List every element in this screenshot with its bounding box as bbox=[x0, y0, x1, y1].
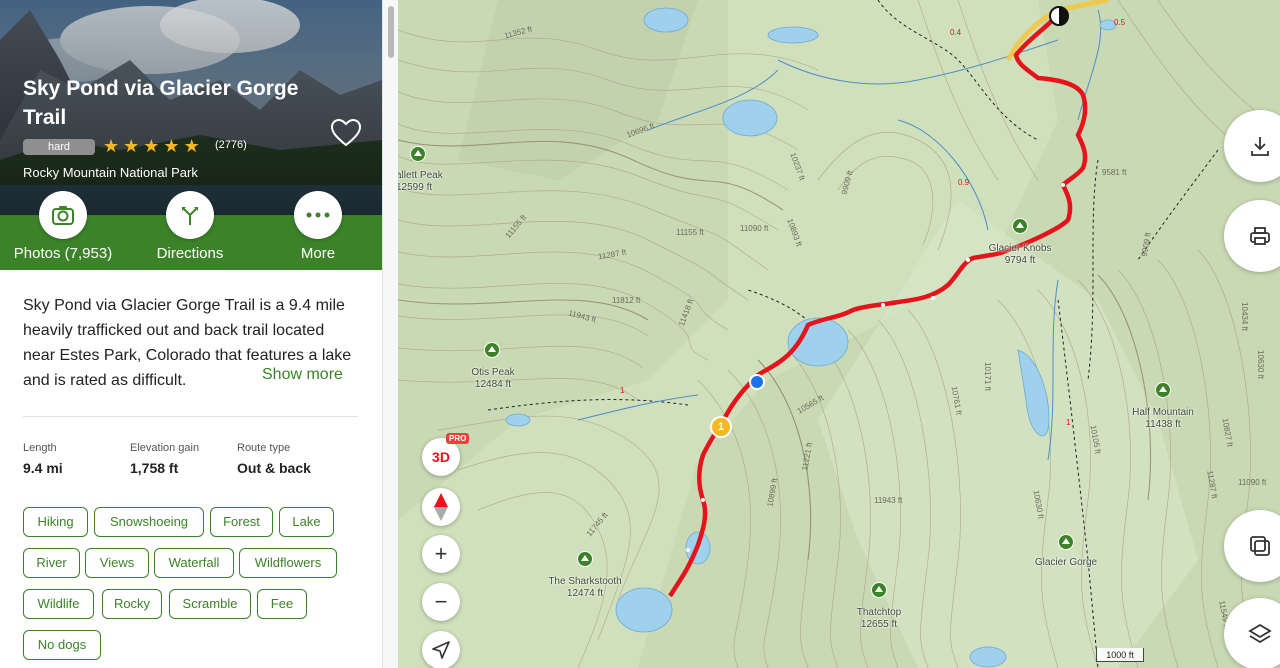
peak-label: Otis Peak 12484 ft bbox=[471, 367, 515, 390]
zoom-out-button[interactable]: − bbox=[422, 583, 460, 621]
contour-label: 10171 ft bbox=[982, 362, 992, 391]
star-icon: ★ bbox=[123, 136, 140, 156]
star-icon: ★ bbox=[143, 136, 160, 156]
distance-marker: 1 bbox=[620, 386, 625, 395]
star-icon: ★ bbox=[183, 136, 200, 156]
tag-no-dogs[interactable]: No dogs bbox=[23, 630, 101, 660]
divider bbox=[23, 416, 358, 417]
distance-marker: 0.4 bbox=[950, 28, 962, 37]
trail-end-marker-icon[interactable] bbox=[1048, 5, 1070, 27]
tag-rocky[interactable]: Rocky bbox=[102, 589, 162, 619]
tag-forest[interactable]: Forest bbox=[210, 507, 273, 537]
peak-label: allett Peak 12599 ft bbox=[398, 170, 443, 193]
peak-marker-icon[interactable] bbox=[1012, 218, 1028, 234]
star-icon: ★ bbox=[103, 136, 120, 156]
stat-route-type: Route type Out & back bbox=[237, 442, 311, 476]
zoom-in-button[interactable]: + bbox=[422, 535, 460, 573]
peak-label: Glacier Gorge bbox=[1034, 557, 1098, 568]
difficulty-badge: hard bbox=[23, 139, 95, 155]
sidebar-scrollbar[interactable] bbox=[382, 0, 398, 668]
peak-label: Half Mountain 11438 ft bbox=[1132, 407, 1194, 430]
contour-label: 11812 ft bbox=[612, 296, 641, 305]
pro-badge: PRO bbox=[446, 433, 470, 444]
stat-length: Length 9.4 mi bbox=[23, 442, 63, 476]
contour-label: 11090 ft bbox=[740, 224, 769, 233]
stat-label: Length bbox=[23, 442, 57, 454]
directions-icon bbox=[166, 191, 214, 239]
distance-marker: 1 bbox=[1066, 418, 1071, 427]
peak-marker-icon[interactable] bbox=[1058, 534, 1074, 550]
action-bar: Photos (7,953) Directions More bbox=[0, 191, 382, 270]
trail-hero-photo[interactable]: Sky Pond via Glacier Gorge Trail hard ★ … bbox=[0, 0, 382, 215]
trail-sidebar: Sky Pond via Glacier Gorge Trail hard ★ … bbox=[0, 0, 382, 668]
compass-icon bbox=[434, 493, 448, 521]
layers-icon bbox=[1248, 623, 1272, 644]
distance-marker: 0.9 bbox=[958, 178, 970, 187]
peak-label: Thatchtop 12655 ft bbox=[856, 607, 902, 630]
compass-button[interactable] bbox=[422, 488, 460, 526]
tag-waterfall[interactable]: Waterfall bbox=[154, 548, 234, 578]
topo-map-canvas bbox=[398, 0, 1280, 668]
stat-value: 1,758 ft bbox=[130, 460, 179, 476]
peak-marker-icon[interactable] bbox=[871, 582, 887, 598]
print-icon bbox=[1250, 227, 1270, 245]
star-rating: ★ ★ ★ ★ ★ bbox=[103, 136, 200, 156]
tag-lake[interactable]: Lake bbox=[279, 507, 334, 537]
more-label: More bbox=[300, 245, 336, 262]
locate-me-button[interactable] bbox=[422, 631, 460, 668]
tag-wildlife[interactable]: Wildlife bbox=[23, 589, 94, 619]
tag-hiking[interactable]: Hiking bbox=[23, 507, 88, 537]
more-dots-icon bbox=[294, 191, 342, 239]
peak-marker-icon[interactable] bbox=[577, 551, 593, 567]
stat-label: Elevation gain bbox=[130, 442, 200, 454]
tag-river[interactable]: River bbox=[23, 548, 80, 578]
waypoint-marker[interactable]: 1 bbox=[710, 416, 732, 438]
tag-views[interactable]: Views bbox=[85, 548, 149, 578]
review-count[interactable]: (2776) bbox=[215, 139, 247, 151]
tag-snowshoeing[interactable]: Snowshoeing bbox=[94, 507, 204, 537]
peak-label: The Sharkstooth 12474 ft bbox=[548, 576, 622, 599]
stat-label: Route type bbox=[237, 442, 291, 454]
show-more-link[interactable]: Show more bbox=[262, 366, 343, 384]
peak-label: Glacier Knobs 9794 ft bbox=[988, 243, 1052, 266]
stat-value: Out & back bbox=[237, 460, 311, 476]
photos-label: Photos (7,953) bbox=[13, 245, 113, 262]
contour-label: 9581 ft bbox=[1102, 168, 1127, 177]
peak-marker-icon[interactable] bbox=[1155, 382, 1171, 398]
contour-label: 10630 ft bbox=[1255, 350, 1265, 379]
directions-label: Directions bbox=[156, 245, 224, 262]
tag-fee[interactable]: Fee bbox=[257, 589, 307, 619]
favorite-heart-icon[interactable] bbox=[330, 118, 362, 148]
trail-title: Sky Pond via Glacier Gorge Trail bbox=[23, 77, 299, 129]
contour-label: 10434 ft bbox=[1239, 302, 1249, 331]
tag-scramble[interactable]: Scramble bbox=[169, 589, 251, 619]
download-icon bbox=[1251, 137, 1269, 156]
trail-map[interactable]: 0.5 0.4 0.9 1 1 11352 ft 10696 ft 10237 … bbox=[398, 0, 1280, 668]
current-location-dot-icon bbox=[749, 374, 765, 390]
stat-value: 9.4 mi bbox=[23, 460, 63, 476]
peak-marker-icon[interactable] bbox=[410, 146, 426, 162]
navigation-arrow-icon bbox=[432, 641, 450, 659]
stat-elevation-gain: Elevation gain 1,758 ft bbox=[130, 442, 199, 476]
map-scale: 1000 ft bbox=[1096, 648, 1144, 662]
tag-wildflowers[interactable]: Wildflowers bbox=[239, 548, 337, 578]
peak-marker-icon[interactable] bbox=[484, 342, 500, 358]
park-name[interactable]: Rocky Mountain National Park bbox=[23, 165, 198, 180]
contour-label: 11943 ft bbox=[874, 496, 903, 505]
distance-marker: 0.5 bbox=[1114, 18, 1126, 27]
contour-label: 11090 ft bbox=[1238, 478, 1267, 487]
star-icon: ★ bbox=[163, 136, 180, 156]
contour-label: 11155 ft bbox=[676, 228, 704, 237]
scrollbar-thumb[interactable] bbox=[388, 6, 394, 58]
camera-icon bbox=[39, 191, 87, 239]
layers-square-icon bbox=[1250, 536, 1270, 556]
